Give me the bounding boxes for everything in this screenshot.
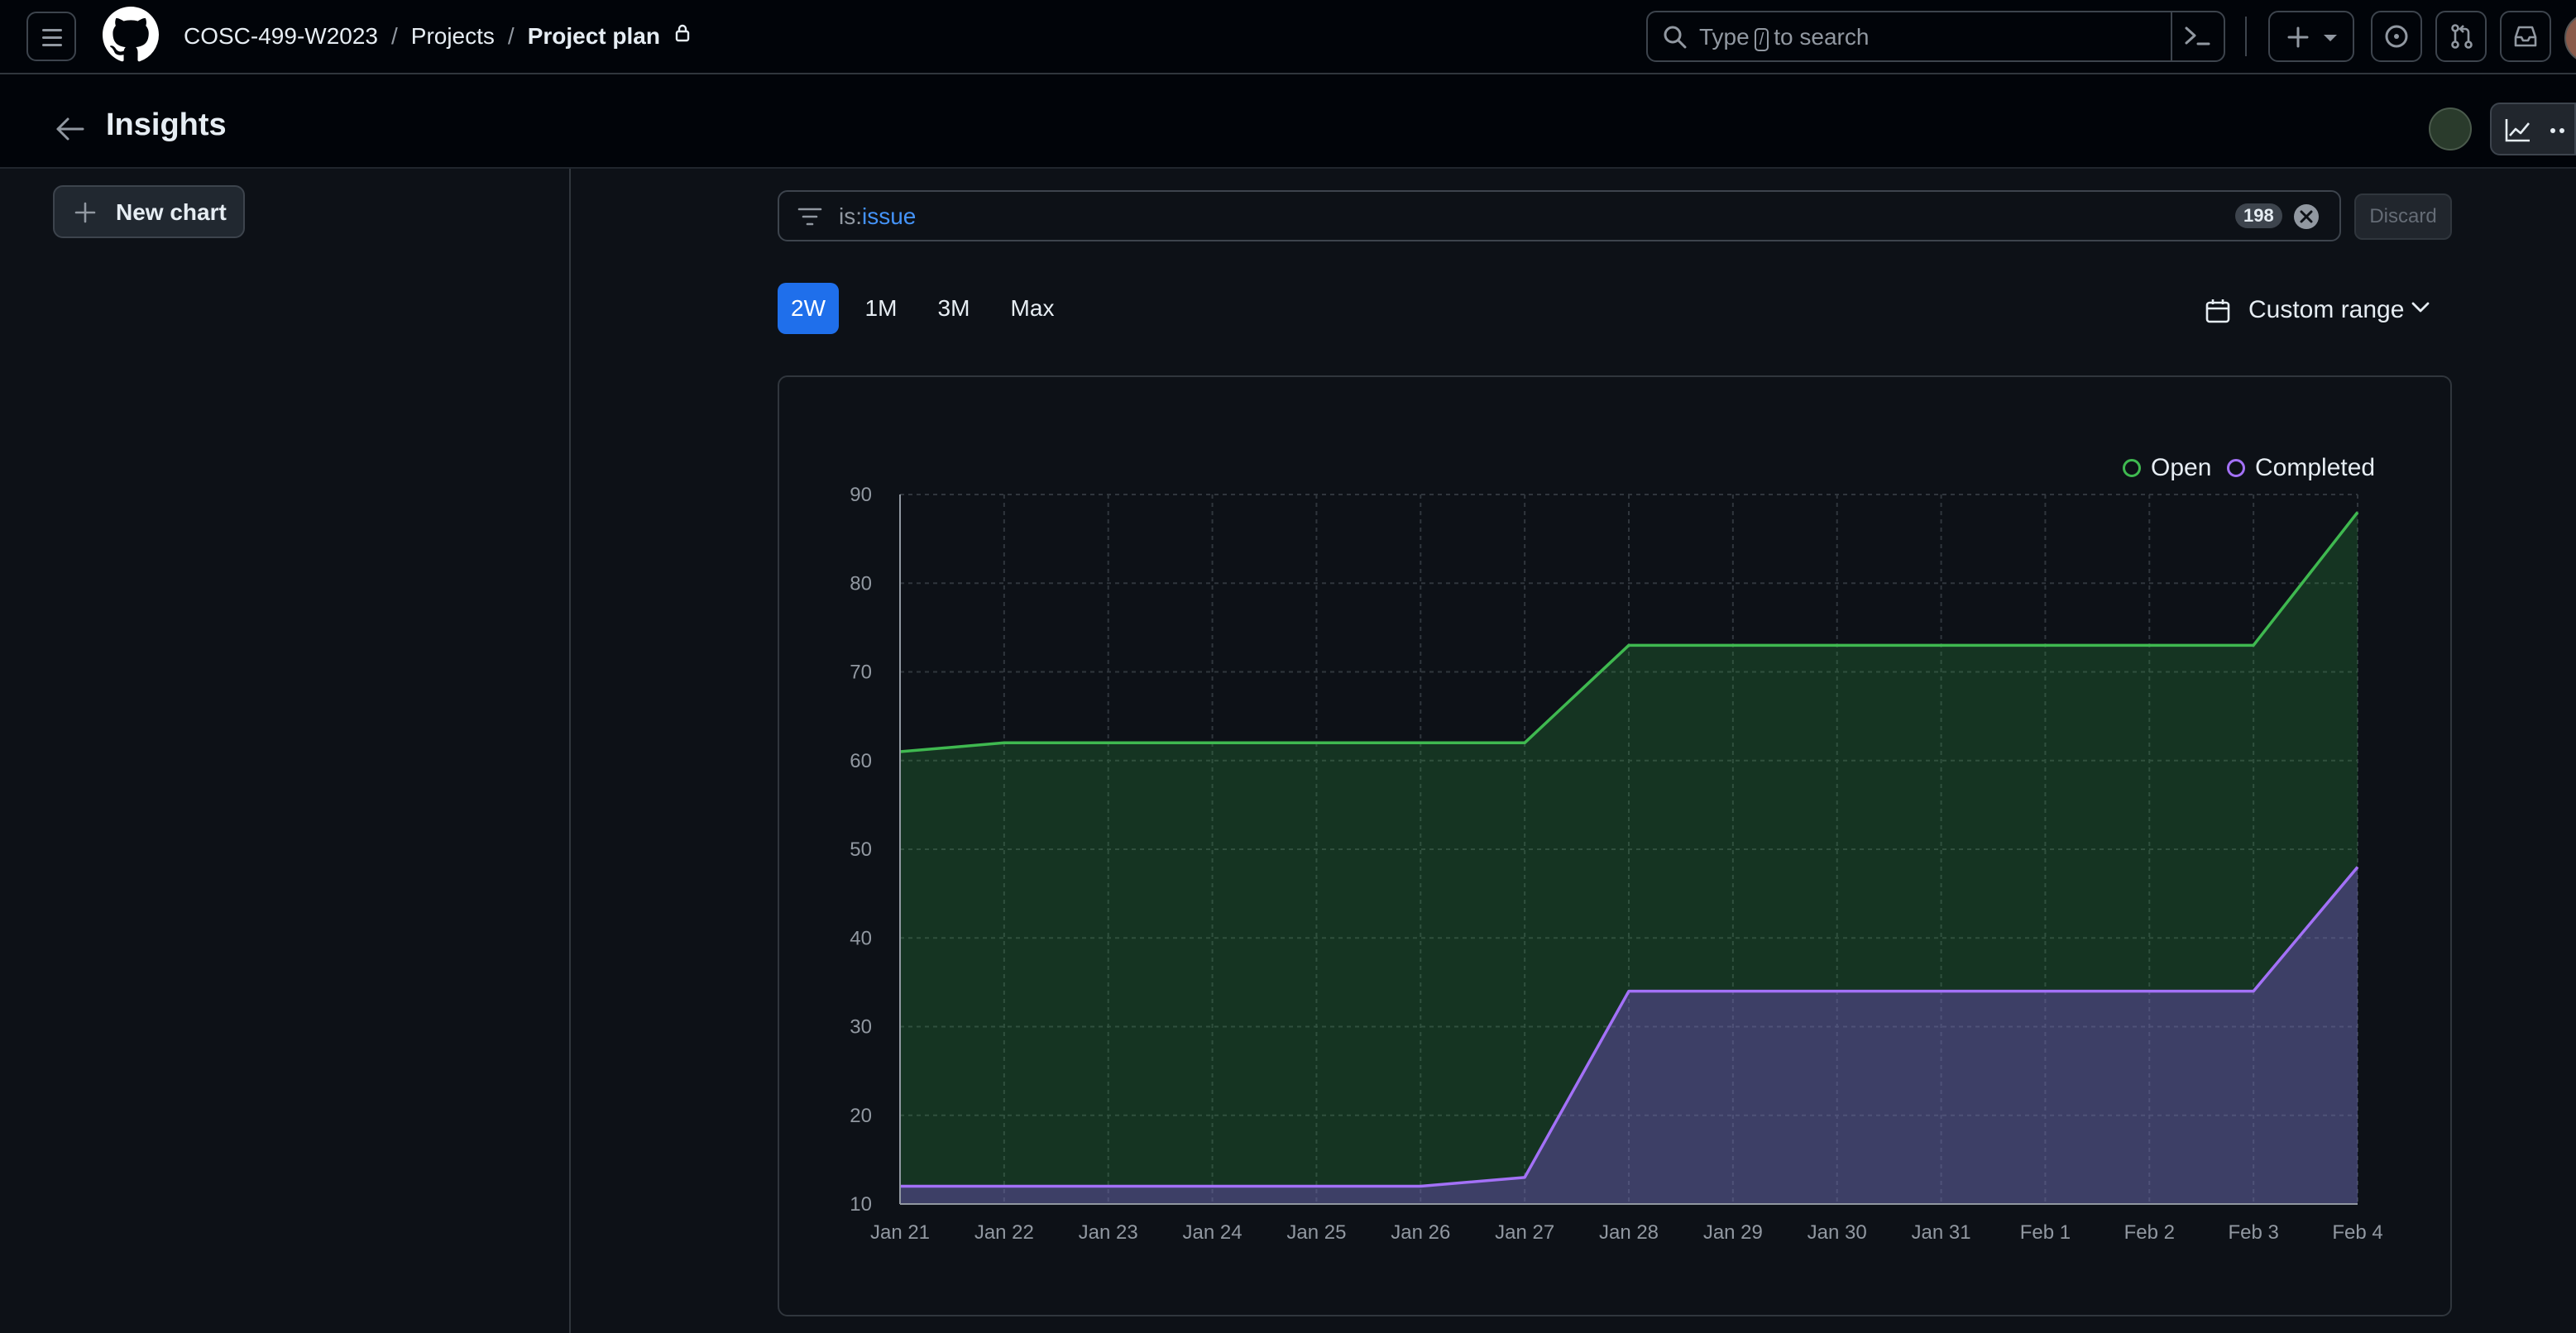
x-tick-label: Jan 23 xyxy=(1079,1221,1138,1244)
burnup-chart: 10 20 30 40 50 60 70 80 90 Jan 21 Jan 22 Jan 23 Jan … xyxy=(850,484,2382,1244)
y-tick-label: 60 xyxy=(850,750,872,772)
x-tick-label: Feb 1 xyxy=(2020,1221,2071,1244)
x-tick-label: Feb 3 xyxy=(2228,1221,2278,1244)
y-tick-label: 20 xyxy=(850,1105,872,1127)
x-tick-label: Jan 27 xyxy=(1495,1221,1554,1244)
x-tick-label: Jan 30 xyxy=(1808,1221,1867,1244)
x-tick-label: Feb 2 xyxy=(2124,1221,2175,1244)
x-tick-label: Jan 28 xyxy=(1599,1221,1659,1244)
y-tick-label: 30 xyxy=(850,1016,872,1039)
x-tick-label: Jan 21 xyxy=(870,1221,930,1244)
x-tick-label: Feb 4 xyxy=(2332,1221,2382,1244)
x-tick-label: Jan 29 xyxy=(1703,1221,1763,1244)
x-tick-label: Jan 26 xyxy=(1391,1221,1450,1244)
x-tick-label: Jan 24 xyxy=(1183,1221,1243,1244)
x-tick-label: Jan 22 xyxy=(974,1221,1034,1244)
x-tick-label: Jan 25 xyxy=(1286,1221,1346,1244)
y-tick-label: 10 xyxy=(850,1193,872,1216)
y-tick-label: 80 xyxy=(850,572,872,595)
y-tick-label: 90 xyxy=(850,484,872,506)
y-tick-label: 50 xyxy=(850,838,872,861)
x-tick-label: Jan 31 xyxy=(1912,1221,1971,1244)
y-tick-label: 70 xyxy=(850,662,872,684)
y-tick-label: 40 xyxy=(850,927,872,949)
